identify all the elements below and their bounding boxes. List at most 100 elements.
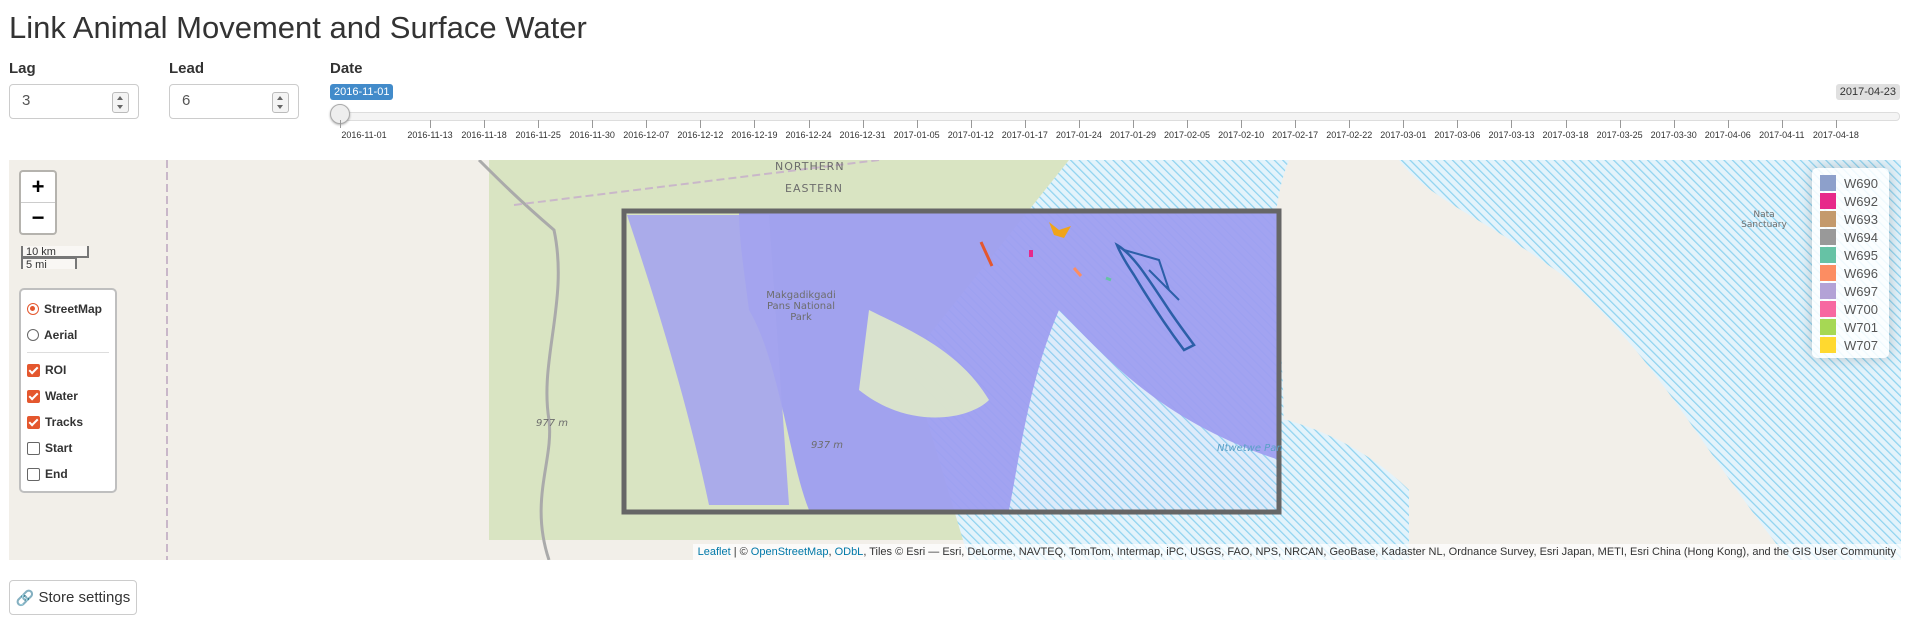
- slider-tick: [1727, 120, 1729, 128]
- legend-label: W694: [1844, 229, 1878, 245]
- slider-tick: [1295, 120, 1297, 128]
- legend-label: W701: [1844, 319, 1878, 335]
- slider-tick-label: 2017-01-05: [893, 130, 940, 140]
- base-layer-aerial[interactable]: Aerial: [21, 322, 115, 348]
- zoom-in-button[interactable]: +: [21, 172, 55, 202]
- legend-label: W697: [1844, 283, 1878, 299]
- label-eastern: EASTERN: [785, 182, 843, 195]
- slider-tick-label: 2016-11-30: [569, 130, 615, 140]
- zoom-out-button[interactable]: −: [21, 202, 55, 233]
- map-legend: W690 W692 W693 W694 W695 W696 W697 W700 W701 W707: [1812, 168, 1889, 358]
- slider-tick: [1187, 120, 1189, 128]
- slider-tick-label: 2017-02-05: [1164, 130, 1211, 140]
- slider-tick: [1403, 120, 1405, 128]
- slider-tick: [862, 120, 864, 128]
- slider-tick: [538, 120, 540, 128]
- layers-control: StreetMap Aerial ROI Water Tracks Start …: [19, 288, 117, 493]
- lag-value: 3: [22, 92, 31, 109]
- lag-input[interactable]: 3: [9, 84, 139, 119]
- lag-stepper[interactable]: [112, 92, 129, 113]
- slider-tick: [484, 120, 486, 128]
- store-settings-button[interactable]: 🔗 Store settings: [9, 580, 137, 615]
- slider-tick-label: 2017-04-06: [1704, 130, 1751, 140]
- layer-label: End: [45, 467, 68, 481]
- legend-item: W700: [1820, 300, 1889, 318]
- layer-label: ROI: [45, 363, 67, 377]
- legend-item: W707: [1820, 336, 1889, 354]
- slider-tick-label: 2017-02-17: [1272, 130, 1319, 140]
- overlay-tracks[interactable]: Tracks: [21, 409, 115, 435]
- radio-icon[interactable]: [27, 303, 39, 315]
- legend-item: W690: [1820, 174, 1889, 192]
- layer-label: Aerial: [44, 328, 78, 342]
- legend-label: W690: [1844, 175, 1878, 191]
- date-slider[interactable]: 2016-11-01 2017-04-23 2016-11-01 2016-11-…: [330, 80, 1900, 140]
- lead-label: Lead: [169, 60, 205, 77]
- base-layer-streetmap[interactable]: StreetMap: [21, 296, 115, 322]
- track-w695: [1105, 276, 1112, 282]
- legend-swatch: [1820, 229, 1836, 245]
- slider-tick: [1511, 120, 1513, 128]
- layer-label: Tracks: [45, 415, 84, 429]
- overlay-start[interactable]: Start: [21, 435, 115, 461]
- page-title: Link Animal Movement and Surface Water: [9, 10, 587, 45]
- slider-tick: [970, 120, 972, 128]
- slider-tick-label: 2017-03-30: [1650, 130, 1697, 140]
- slider-tick-label: 2016-11-18: [461, 130, 507, 140]
- slider-tick: [1835, 120, 1837, 128]
- slider-tick: [1349, 120, 1351, 128]
- leaflet-link[interactable]: Leaflet: [698, 546, 731, 558]
- slider-tick: [1078, 120, 1080, 128]
- scale-bar: 10 km 5 mi: [21, 246, 89, 271]
- legend-item: W697: [1820, 282, 1889, 300]
- slider-tick-label: 2016-12-24: [785, 130, 832, 140]
- label-elev-937: 937 m: [811, 440, 844, 451]
- zoom-control: + −: [19, 170, 57, 235]
- overlay-end[interactable]: End: [21, 461, 115, 487]
- scale-km: 10 km: [21, 246, 89, 258]
- legend-swatch: [1820, 211, 1836, 227]
- legend-label: W695: [1844, 247, 1878, 263]
- layers-divider: [27, 352, 109, 353]
- checkbox-icon[interactable]: [27, 441, 40, 455]
- osm-link[interactable]: OpenStreetMap: [751, 546, 829, 558]
- checkbox-icon[interactable]: [27, 363, 40, 377]
- legend-label: W700: [1844, 301, 1878, 317]
- label-park: Makgadikgadi Pans National Park: [766, 290, 836, 323]
- legend-swatch: [1820, 319, 1836, 335]
- overlay-water[interactable]: Water: [21, 383, 115, 409]
- slider-tick-label: 2016-11-25: [515, 130, 561, 140]
- legend-swatch: [1820, 193, 1836, 209]
- date-label: Date: [330, 60, 363, 77]
- odbl-link[interactable]: ODbL: [835, 546, 864, 558]
- slider-tick-label: 2017-03-18: [1542, 130, 1589, 140]
- checkbox-icon[interactable]: [27, 415, 40, 429]
- legend-swatch: [1820, 337, 1836, 353]
- lead-value: 6: [182, 92, 191, 109]
- lead-input[interactable]: 6: [169, 84, 299, 119]
- slider-tick: [1132, 120, 1134, 128]
- lead-stepper[interactable]: [272, 92, 289, 113]
- slider-tick: [1673, 120, 1675, 128]
- slider-tick: [1024, 120, 1026, 128]
- slider-tick: [700, 120, 702, 128]
- checkbox-icon[interactable]: [27, 467, 40, 481]
- legend-item: W693: [1820, 210, 1889, 228]
- map[interactable]: NORTHERN EASTERN Makgadikgadi Pans Natio…: [9, 160, 1901, 560]
- slider-tick: [916, 120, 918, 128]
- slider-tick-label: 2016-12-07: [623, 130, 670, 140]
- slider-tick: [1457, 120, 1459, 128]
- radio-icon[interactable]: [27, 329, 39, 341]
- slider-tick-label: 2017-01-17: [1001, 130, 1048, 140]
- overlay-roi[interactable]: ROI: [21, 357, 115, 383]
- slider-tick-label: 2016-12-31: [839, 130, 886, 140]
- slider-tick: [340, 120, 341, 128]
- lag-label: Lag: [9, 60, 36, 77]
- legend-label: W696: [1844, 265, 1878, 281]
- legend-swatch: [1820, 175, 1836, 191]
- legend-item: W692: [1820, 192, 1889, 210]
- label-northern: NORTHERN: [775, 160, 845, 173]
- checkbox-icon[interactable]: [27, 389, 40, 403]
- slider-tick-label: 2017-03-25: [1596, 130, 1643, 140]
- slider-tick: [1781, 120, 1783, 128]
